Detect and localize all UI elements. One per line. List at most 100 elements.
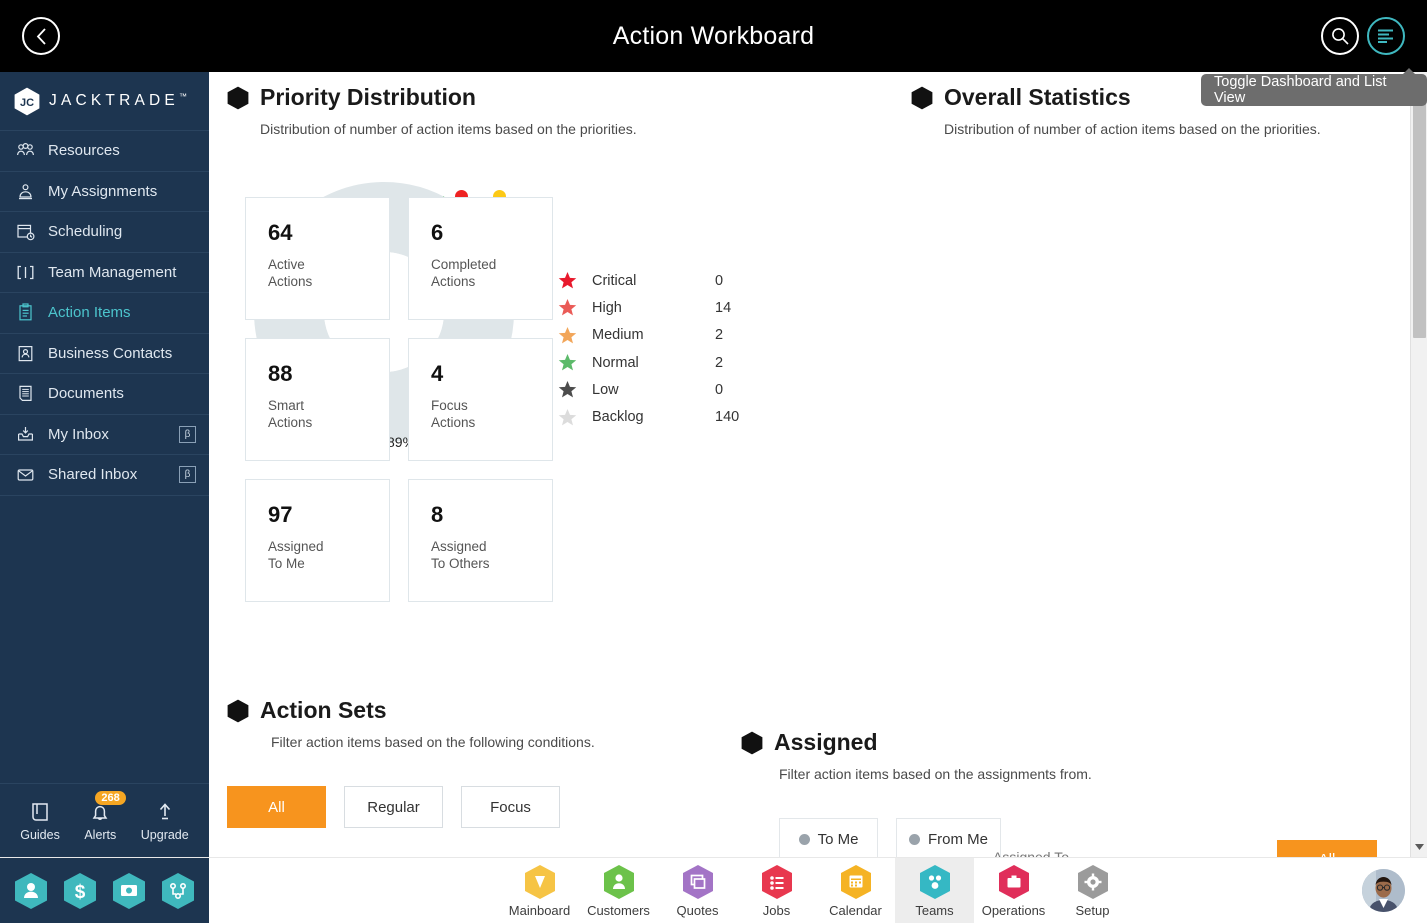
star-icon bbox=[554, 298, 580, 317]
sidebar-item-scheduling[interactable]: Scheduling bbox=[0, 212, 209, 253]
legend-row[interactable]: Normal 2 bbox=[554, 349, 739, 376]
bottom-navigation: Mainboard Customers Quotes Jobs Calendar… bbox=[500, 858, 1132, 923]
hexagon-bullet-icon bbox=[911, 86, 933, 110]
nav-operations[interactable]: Operations bbox=[974, 858, 1053, 923]
stat-card-smart-actions[interactable]: 88 SmartActions bbox=[245, 338, 390, 461]
top-header: Action Workboard bbox=[0, 0, 1427, 72]
action-sets-header: Action Sets bbox=[227, 697, 827, 724]
alerts-button[interactable]: 268 Alerts bbox=[84, 800, 116, 842]
scrollbar-thumb[interactable] bbox=[1413, 76, 1426, 338]
stat-value: 8 bbox=[431, 502, 552, 528]
guides-button[interactable]: Guides bbox=[20, 800, 60, 842]
sidebar-item-business-contacts[interactable]: Business Contacts bbox=[0, 334, 209, 375]
search-icon bbox=[1330, 26, 1350, 46]
stat-card-assigned-to-me[interactable]: 97 AssignedTo Me bbox=[245, 479, 390, 602]
quick-dollar-button[interactable]: $ bbox=[63, 872, 97, 910]
sidebar-item-label: My Assignments bbox=[48, 183, 157, 200]
document-icon bbox=[16, 384, 35, 403]
stat-card-focus-actions[interactable]: 4 FocusActions bbox=[408, 338, 553, 461]
nav-label: Mainboard bbox=[509, 903, 570, 918]
legend-value: 0 bbox=[715, 382, 723, 398]
stat-card-completed-actions[interactable]: 6 CompletedActions bbox=[408, 197, 553, 320]
stat-card-row: 88 SmartActions 4 FocusActions bbox=[245, 338, 557, 461]
assigned-title: Assigned bbox=[774, 729, 878, 756]
nav-customers[interactable]: Customers bbox=[579, 858, 658, 923]
stats-subtitle: Distribution of number of action items b… bbox=[944, 121, 1391, 137]
nav-label: Quotes bbox=[677, 903, 719, 918]
assigned-to-label: Assigned To bbox=[993, 849, 1069, 857]
toggle-list-view-button[interactable] bbox=[1367, 17, 1405, 55]
sidebar-item-shared-inbox[interactable]: Shared Inbox β bbox=[0, 455, 209, 496]
action-set-focus-button[interactable]: Focus bbox=[461, 786, 560, 828]
legend-row[interactable]: Critical 0 bbox=[554, 267, 739, 294]
legend-row[interactable]: Medium 2 bbox=[554, 322, 739, 349]
action-sets-panel: Action Sets Filter action items based on… bbox=[227, 697, 827, 828]
quick-transfer-button[interactable] bbox=[112, 872, 146, 910]
sidebar-item-label: Team Management bbox=[48, 264, 176, 281]
nav-quotes[interactable]: Quotes bbox=[658, 858, 737, 923]
nav-teams[interactable]: Teams bbox=[895, 858, 974, 923]
search-button[interactable] bbox=[1321, 17, 1359, 55]
beta-badge: β bbox=[179, 466, 196, 483]
assigned-button-label: From Me bbox=[928, 831, 988, 848]
envelope-icon bbox=[16, 465, 35, 484]
sidebar-item-resources[interactable]: Resources bbox=[0, 131, 209, 172]
sidebar-item-my-assignments[interactable]: My Assignments bbox=[0, 172, 209, 213]
legend-label: Critical bbox=[580, 273, 715, 289]
quick-person-button[interactable] bbox=[14, 872, 48, 910]
assigned-panel: Assigned Filter action items based on th… bbox=[741, 729, 1401, 857]
statistics-cards: 64 ActiveActions 6 CompletedActions 88 S… bbox=[245, 197, 557, 620]
assigned-to-me-button[interactable]: To Me bbox=[779, 818, 878, 857]
sidebar-item-team-management[interactable]: Team Management bbox=[0, 253, 209, 294]
sidebar-item-my-inbox[interactable]: My Inbox β bbox=[0, 415, 209, 456]
bullet-icon bbox=[909, 834, 920, 845]
alerts-badge: 268 bbox=[95, 791, 125, 805]
legend-label: Medium bbox=[580, 327, 715, 343]
nav-label: Setup bbox=[1076, 903, 1110, 918]
action-sets-title: Action Sets bbox=[260, 697, 387, 724]
sidebar-item-label: Scheduling bbox=[48, 223, 122, 240]
stat-value: 97 bbox=[268, 502, 389, 528]
vertical-scrollbar[interactable] bbox=[1410, 72, 1427, 857]
user-avatar[interactable] bbox=[1362, 869, 1405, 912]
nav-calendar[interactable]: Calendar bbox=[816, 858, 895, 923]
legend-row[interactable]: High 14 bbox=[554, 294, 739, 321]
legend-value: 2 bbox=[715, 355, 723, 371]
stat-value: 6 bbox=[431, 220, 552, 246]
dollar-icon: $ bbox=[75, 882, 86, 903]
nav-setup[interactable]: Setup bbox=[1053, 858, 1132, 923]
sidebar-footer: Guides 268 Alerts Upgrade bbox=[0, 783, 209, 857]
upgrade-button[interactable]: Upgrade bbox=[141, 800, 189, 842]
stat-card-row: 97 AssignedTo Me 8 AssignedTo Others bbox=[245, 479, 557, 602]
stat-card-active-actions[interactable]: 64 ActiveActions bbox=[245, 197, 390, 320]
inbox-download-icon bbox=[16, 425, 35, 444]
sidebar-item-action-items[interactable]: Action Items bbox=[0, 293, 209, 334]
scroll-down-button[interactable] bbox=[1411, 839, 1427, 855]
assigned-all-button[interactable]: All bbox=[1277, 840, 1377, 857]
nav-mainboard[interactable]: Mainboard bbox=[500, 858, 579, 923]
assignments-icon bbox=[16, 182, 35, 201]
action-set-all-button[interactable]: All bbox=[227, 786, 326, 828]
sidebar-item-label: My Inbox bbox=[48, 426, 109, 443]
main-content: Priority Distribution Distribution of nu… bbox=[209, 72, 1427, 857]
nav-label: Calendar bbox=[829, 903, 882, 918]
quick-workflow-button[interactable] bbox=[161, 872, 195, 910]
beta-badge: β bbox=[179, 426, 196, 443]
nav-label: Operations bbox=[982, 903, 1046, 918]
assigned-from-me-button[interactable]: From Me bbox=[896, 818, 1001, 857]
nav-jobs[interactable]: Jobs bbox=[737, 858, 816, 923]
arrow-up-icon bbox=[153, 800, 177, 824]
legend-value: 14 bbox=[715, 300, 731, 316]
legend-row[interactable]: Low 0 bbox=[554, 376, 739, 403]
legend-row[interactable]: Backlog 140 bbox=[554, 403, 739, 430]
contact-card-icon bbox=[16, 344, 35, 363]
customers-icon bbox=[603, 864, 635, 900]
stat-card-assigned-to-others[interactable]: 8 AssignedTo Others bbox=[408, 479, 553, 602]
stat-card-row: 64 ActiveActions 6 CompletedActions bbox=[245, 197, 557, 320]
action-set-regular-button[interactable]: Regular bbox=[344, 786, 443, 828]
calendar-icon bbox=[840, 864, 872, 900]
sidebar-item-documents[interactable]: Documents bbox=[0, 374, 209, 415]
assigned-button-label: To Me bbox=[818, 831, 859, 848]
stat-label: CompletedActions bbox=[431, 256, 552, 291]
brand-logo[interactable]: JC JACKTRADE™ bbox=[0, 72, 209, 131]
